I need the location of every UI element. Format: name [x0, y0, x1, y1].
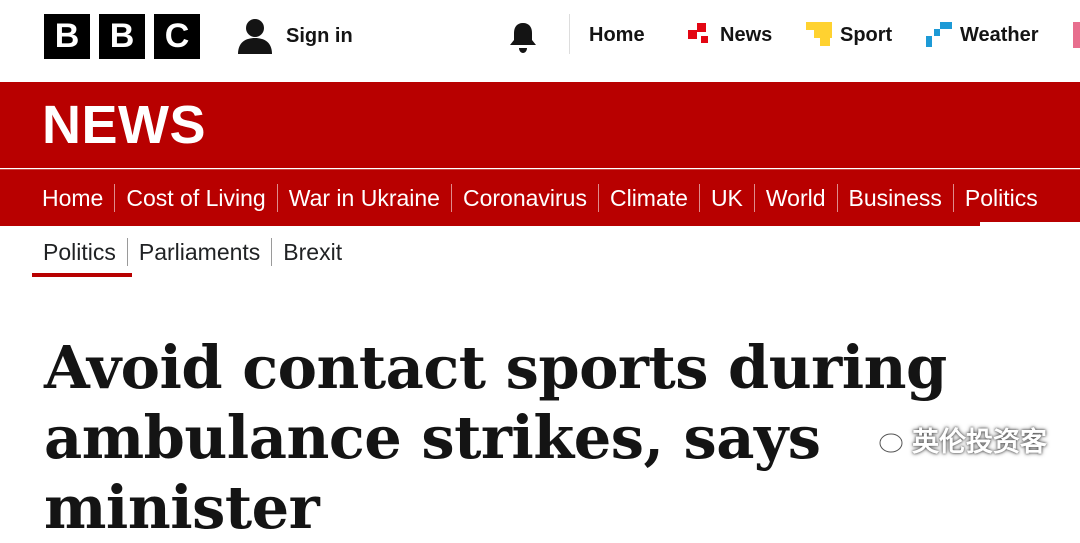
news-nav-politics[interactable]: Politics [954, 184, 1049, 212]
bbc-logo[interactable]: B B C [44, 14, 200, 59]
logo-block-1: B [44, 14, 90, 59]
topnav-overflow-item[interactable] [1073, 22, 1080, 48]
topnav-weather[interactable]: Weather [926, 20, 1039, 50]
logo-block-2: B [99, 14, 145, 59]
news-section-nav: Home Cost of Living War in Ukraine Coron… [0, 169, 1080, 226]
wechat-icon [868, 424, 903, 452]
topnav-news[interactable]: News [688, 20, 772, 50]
notifications-bell-icon[interactable] [506, 20, 540, 59]
topnav-sport[interactable]: Sport [806, 20, 892, 50]
watermark-text: 英伦投资客 [912, 427, 1047, 457]
global-header: B B C Sign in Home News Sport Weather [0, 0, 1080, 80]
news-nav-coronavirus[interactable]: Coronavirus [452, 184, 599, 212]
sub-nav-brexit[interactable]: Brexit [272, 238, 353, 266]
politics-sub-nav: Politics Parliaments Brexit [0, 226, 1080, 282]
sign-in-button[interactable]: Sign in [236, 16, 353, 56]
news-nav-world[interactable]: World [755, 184, 838, 212]
news-nav-uk[interactable]: UK [700, 184, 755, 212]
weather-icon [926, 22, 952, 47]
user-icon [238, 19, 272, 54]
news-nav-war-in-ukraine[interactable]: War in Ukraine [278, 184, 452, 212]
news-nav-cost-of-living[interactable]: Cost of Living [115, 184, 278, 212]
watermark: 英伦投资客 [868, 420, 1047, 459]
topnav-news-label: News [720, 23, 773, 46]
news-nav-business[interactable]: Business [838, 184, 954, 212]
topnav-weather-label: Weather [960, 23, 1039, 46]
news-nav-home[interactable]: Home [31, 184, 116, 212]
section-title[interactable]: NEWS [42, 94, 206, 156]
topnav-home-label: Home [589, 23, 645, 46]
sub-nav-politics[interactable]: Politics [32, 238, 128, 266]
sub-nav-parliaments[interactable]: Parliaments [128, 238, 273, 266]
nav-divider [569, 14, 570, 54]
news-icon [688, 23, 708, 43]
news-nav-climate[interactable]: Climate [599, 184, 700, 212]
news-banner: NEWS [0, 82, 1080, 168]
topnav-home[interactable]: Home [589, 20, 645, 50]
sport-icon [806, 22, 832, 46]
sub-nav-active-indicator [32, 273, 132, 277]
sign-in-label: Sign in [286, 24, 353, 47]
logo-block-3: C [154, 14, 200, 59]
topnav-sport-label: Sport [840, 23, 893, 46]
